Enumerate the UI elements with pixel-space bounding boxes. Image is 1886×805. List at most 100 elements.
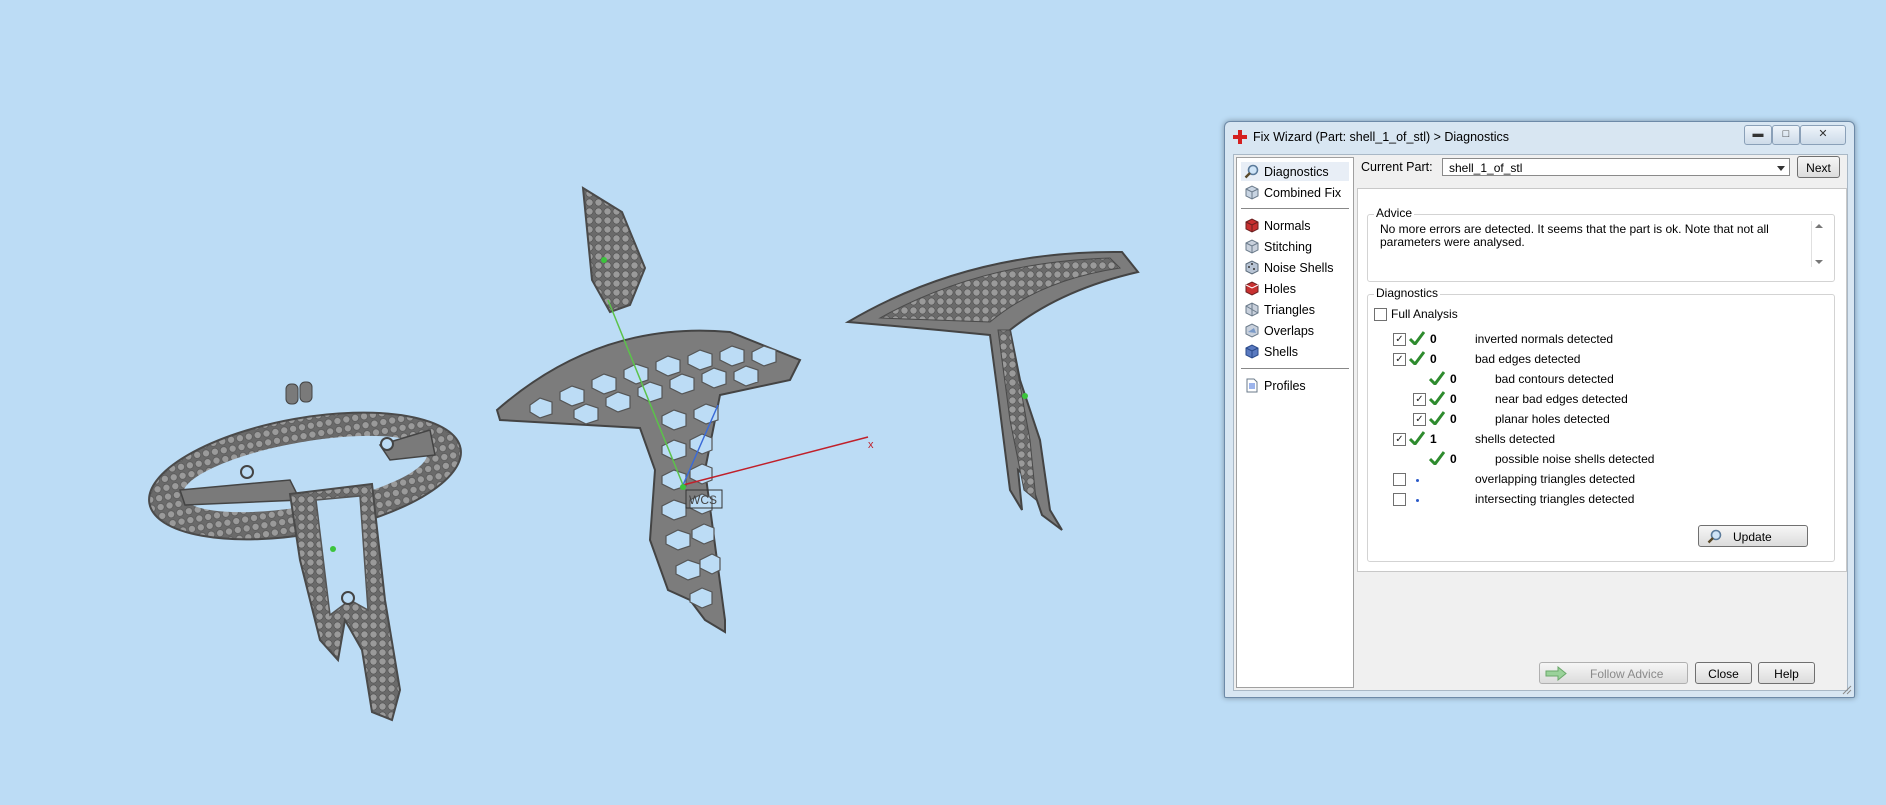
full-analysis-checkbox[interactable] bbox=[1374, 308, 1387, 321]
update-button[interactable]: Update bbox=[1698, 525, 1808, 547]
check-icon bbox=[1429, 411, 1445, 425]
row-count: 1 bbox=[1430, 432, 1437, 446]
check-icon bbox=[1429, 451, 1445, 465]
cube-icon bbox=[1245, 185, 1259, 200]
wcs-label: WCS bbox=[689, 493, 717, 507]
dialog-client-area: Diagnostics Combined Fix Normals Stitchi… bbox=[1233, 154, 1848, 691]
row-label: bad edges detected bbox=[1475, 352, 1581, 366]
row-label: bad contours detected bbox=[1495, 372, 1614, 386]
nav-item-combined-fix[interactable]: Combined Fix bbox=[1241, 183, 1349, 202]
diagnostics-title: Diagnostics bbox=[1374, 286, 1441, 300]
full-analysis-label: Full Analysis bbox=[1391, 307, 1458, 321]
shells-icon bbox=[1245, 344, 1259, 359]
dialog-titlebar[interactable]: Fix Wizard (Part: shell_1_of_stl) > Diag… bbox=[1225, 122, 1854, 152]
advice-scrollbar[interactable] bbox=[1811, 221, 1826, 267]
check-icon bbox=[1409, 331, 1425, 345]
current-part-value: shell_1_of_stl bbox=[1449, 161, 1523, 175]
triangles-icon bbox=[1245, 302, 1259, 317]
row-count: 0 bbox=[1450, 452, 1457, 466]
nav-label: Combined Fix bbox=[1264, 185, 1342, 200]
nav-label: Profiles bbox=[1264, 378, 1306, 393]
update-label: Update bbox=[1733, 530, 1772, 544]
check-icon bbox=[1429, 391, 1445, 405]
row-count: 0 bbox=[1450, 372, 1457, 386]
row-label: shells detected bbox=[1475, 432, 1556, 446]
row-checkbox[interactable]: ✓ bbox=[1413, 413, 1426, 426]
nav-label: Overlaps bbox=[1264, 323, 1315, 338]
row-checkbox[interactable]: ✓ bbox=[1393, 333, 1406, 346]
center-pendant-model: WCS x bbox=[495, 186, 874, 634]
row-checkbox[interactable]: ✓ bbox=[1393, 353, 1406, 366]
nav-item-profiles[interactable]: Profiles bbox=[1241, 376, 1349, 395]
row-label: overlapping triangles detected bbox=[1475, 472, 1636, 486]
maximize-button[interactable]: □ bbox=[1772, 125, 1800, 145]
advice-group: Advice No more errors are detected. It s… bbox=[1367, 206, 1835, 282]
x-axis-label: x bbox=[868, 439, 874, 451]
nav-label: Triangles bbox=[1264, 302, 1315, 317]
nav-item-triangles[interactable]: Triangles bbox=[1241, 300, 1349, 319]
chevron-down-icon bbox=[1777, 166, 1785, 171]
nav-item-shells[interactable]: Shells bbox=[1241, 342, 1349, 361]
row-checkbox[interactable]: ✓ bbox=[1413, 393, 1426, 406]
nav-item-diagnostics[interactable]: Diagnostics bbox=[1241, 162, 1349, 181]
minimize-button[interactable]: ▬ bbox=[1744, 125, 1772, 145]
nav-item-overlaps[interactable]: Overlaps bbox=[1241, 321, 1349, 340]
close-button[interactable]: Close bbox=[1695, 662, 1752, 684]
row-label: near bad edges detected bbox=[1495, 392, 1628, 406]
nav-item-stitching[interactable]: Stitching bbox=[1241, 237, 1349, 256]
not-run-dot-icon bbox=[1416, 499, 1419, 502]
check-icon bbox=[1409, 431, 1425, 445]
scroll-up-icon[interactable] bbox=[1815, 224, 1823, 228]
nav-item-holes[interactable]: Holes bbox=[1241, 279, 1349, 298]
left-pendant-model bbox=[148, 381, 462, 722]
dialog-title: Fix Wizard (Part: shell_1_of_stl) > Diag… bbox=[1253, 130, 1509, 144]
right-pendant-model bbox=[844, 250, 1140, 531]
normals-icon bbox=[1245, 218, 1259, 233]
nav-separator bbox=[1241, 368, 1349, 369]
nav-label: Stitching bbox=[1264, 239, 1312, 254]
nav-item-noise-shells[interactable]: Noise Shells bbox=[1241, 258, 1349, 277]
row-label: planar holes detected bbox=[1495, 412, 1610, 426]
close-window-button[interactable]: ✕ bbox=[1800, 125, 1846, 145]
nav-label: Diagnostics bbox=[1264, 164, 1329, 179]
advice-text: No more errors are detected. It seems th… bbox=[1380, 222, 1769, 249]
magnifier-icon bbox=[1244, 164, 1259, 179]
current-part-label: Current Part: bbox=[1361, 160, 1433, 174]
nav-label: Noise Shells bbox=[1264, 260, 1334, 275]
row-count: 0 bbox=[1450, 412, 1457, 426]
check-icon bbox=[1409, 351, 1425, 365]
not-run-dot-icon bbox=[1416, 479, 1419, 482]
row-label: intersecting triangles detected bbox=[1475, 492, 1635, 506]
diagnostics-panel: Advice No more errors are detected. It s… bbox=[1357, 188, 1847, 572]
row-checkbox[interactable] bbox=[1393, 493, 1406, 506]
scroll-down-icon[interactable] bbox=[1815, 260, 1823, 264]
row-count: 0 bbox=[1430, 352, 1437, 366]
magnifier-icon bbox=[1707, 529, 1722, 544]
nav-label: Holes bbox=[1264, 281, 1296, 296]
fix-wizard-dialog: Fix Wizard (Part: shell_1_of_stl) > Diag… bbox=[1224, 121, 1855, 698]
nav-label: Normals bbox=[1264, 218, 1311, 233]
overlaps-icon bbox=[1245, 323, 1259, 338]
current-part-select[interactable]: shell_1_of_stl bbox=[1442, 158, 1790, 176]
nav-label: Shells bbox=[1264, 344, 1299, 359]
wizard-nav-list: Diagnostics Combined Fix Normals Stitchi… bbox=[1236, 157, 1354, 688]
red-cross-icon bbox=[1233, 130, 1247, 144]
help-button[interactable]: Help bbox=[1758, 662, 1815, 684]
noise-shells-icon bbox=[1245, 260, 1259, 275]
check-icon bbox=[1429, 371, 1445, 385]
stitching-icon bbox=[1245, 239, 1259, 254]
row-label: possible noise shells detected bbox=[1495, 452, 1655, 466]
holes-icon bbox=[1245, 281, 1259, 296]
next-button[interactable]: Next bbox=[1797, 156, 1840, 178]
advice-title: Advice bbox=[1374, 206, 1415, 220]
row-checkbox[interactable]: ✓ bbox=[1393, 433, 1406, 446]
row-count: 0 bbox=[1430, 332, 1437, 346]
diagnostics-group: Diagnostics Full Analysis ✓ 0 inverted n… bbox=[1367, 286, 1835, 562]
resize-grip-icon[interactable] bbox=[1842, 685, 1852, 695]
follow-advice-button[interactable]: Follow Advice bbox=[1539, 662, 1688, 684]
follow-advice-label: Follow Advice bbox=[1590, 667, 1664, 681]
row-checkbox[interactable] bbox=[1393, 473, 1406, 486]
row-label: inverted normals detected bbox=[1475, 332, 1614, 346]
document-icon bbox=[1246, 378, 1258, 393]
nav-item-normals[interactable]: Normals bbox=[1241, 216, 1349, 235]
